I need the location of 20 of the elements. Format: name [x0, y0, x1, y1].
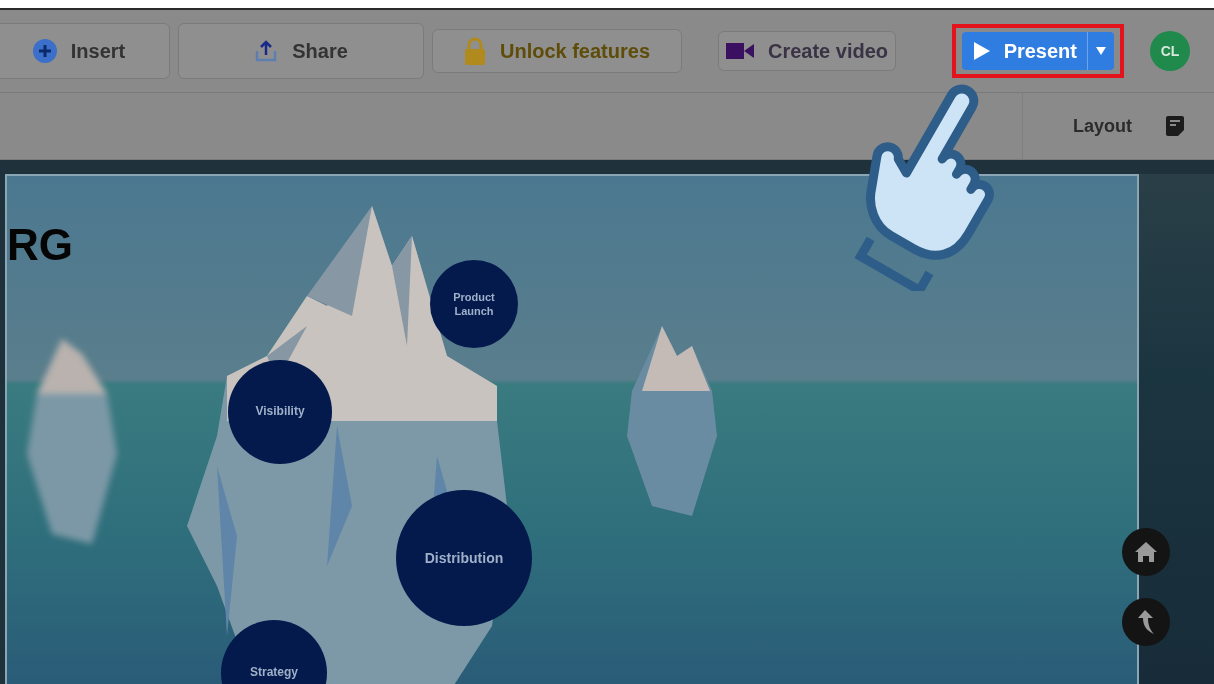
user-avatar[interactable]: CL — [1150, 31, 1190, 71]
unlock-button[interactable]: Unlock features — [432, 29, 682, 73]
home-icon — [1135, 542, 1157, 562]
home-button[interactable] — [1122, 528, 1170, 576]
play-icon — [973, 42, 990, 60]
caret-icon — [1096, 47, 1106, 55]
lock-icon — [463, 37, 486, 65]
notes-icon[interactable] — [1166, 116, 1184, 136]
present-button[interactable]: Present — [961, 32, 1114, 70]
plus-icon — [32, 39, 57, 63]
share-button[interactable]: Share — [178, 23, 424, 79]
upload-icon — [254, 39, 279, 63]
layout-label[interactable]: Layout — [1073, 115, 1132, 137]
insert-button[interactable]: Insert — [0, 23, 170, 79]
topic-circle[interactable]: Product Launch — [430, 260, 518, 348]
back-button[interactable] — [1122, 598, 1170, 646]
video-button[interactable]: Create video — [718, 31, 896, 71]
slide-title: RG — [7, 220, 73, 270]
curved-arrow-icon — [1137, 610, 1155, 634]
video-camera-icon — [725, 42, 754, 60]
